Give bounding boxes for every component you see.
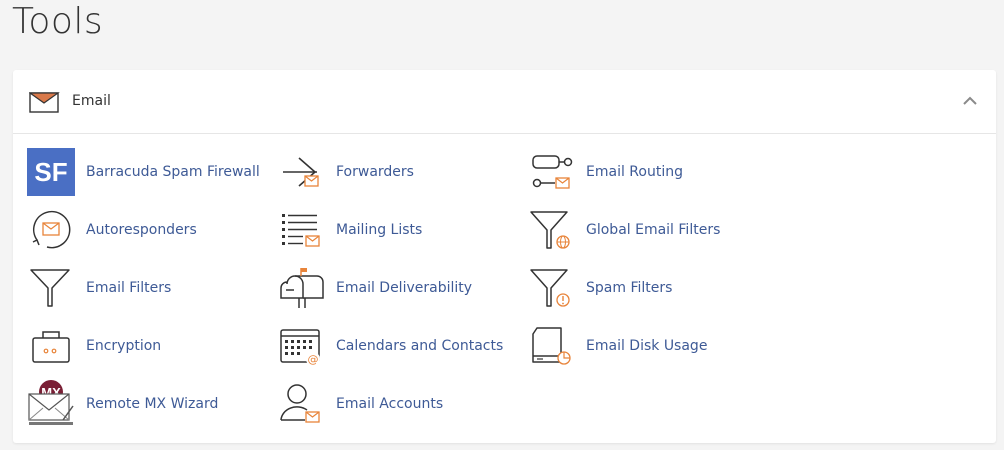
tool-label: Spam Filters (586, 280, 673, 296)
disk-usage-icon (527, 322, 575, 370)
tool-encryption[interactable]: Encryption (27, 321, 267, 371)
tool-email-routing[interactable]: Email Routing (527, 147, 767, 197)
mailbox-icon (277, 264, 325, 312)
sf-badge-text: SF (34, 157, 67, 187)
chevron-up-icon[interactable] (963, 96, 977, 106)
calendar-contacts-icon: @ (277, 322, 325, 370)
tool-global-email-filters[interactable]: Global Email Filters (527, 205, 767, 255)
email-routing-icon (527, 148, 575, 196)
tool-label: Encryption (86, 338, 162, 354)
tool-label: Autoresponders (86, 222, 197, 238)
forwarders-icon (277, 148, 325, 196)
tool-label: Remote MX Wizard (86, 396, 219, 412)
tool-mailing-lists[interactable]: Mailing Lists (277, 205, 517, 255)
email-section-title: Email (72, 93, 111, 109)
autoresponders-icon (27, 206, 75, 254)
tool-email-deliverability[interactable]: Email Deliverability (277, 263, 517, 313)
tool-email-disk-usage[interactable]: Email Disk Usage (527, 321, 767, 371)
spam-filter-icon (527, 264, 575, 312)
page-title: Tools (12, 1, 104, 42)
tool-label: Global Email Filters (586, 222, 721, 238)
tool-label: Email Filters (86, 280, 172, 296)
tool-label: Email Routing (586, 164, 683, 180)
email-accounts-icon (277, 380, 325, 428)
tool-remote-mx-wizard[interactable]: MX Remote MX Wizard (27, 379, 267, 429)
tool-label: Email Disk Usage (586, 338, 708, 354)
tool-label: Barracuda Spam Firewall (86, 164, 260, 180)
svg-text:@: @ (308, 353, 319, 366)
envelope-icon (29, 90, 61, 114)
tool-email-filters[interactable]: Email Filters (27, 263, 267, 313)
tool-spam-filters[interactable]: Spam Filters (527, 263, 767, 313)
email-panel: Email SF Barracuda Spam Firewall Forward… (13, 70, 996, 443)
tool-autoresponders[interactable]: Autoresponders (27, 205, 267, 255)
tool-label: Forwarders (336, 164, 414, 180)
barracuda-sf-icon: SF (27, 148, 75, 196)
tool-label: Mailing Lists (336, 222, 423, 238)
tool-calendars-and-contacts[interactable]: @ Calendars and Contacts (277, 321, 517, 371)
email-section-header[interactable]: Email (13, 70, 996, 134)
mailing-lists-icon (277, 206, 325, 254)
tool-barracuda-spam-firewall[interactable]: SF Barracuda Spam Firewall (27, 147, 267, 197)
tool-forwarders[interactable]: Forwarders (277, 147, 517, 197)
email-filter-icon (27, 264, 75, 312)
tool-email-accounts[interactable]: Email Accounts (277, 379, 517, 429)
tool-label: Email Accounts (336, 396, 444, 412)
remote-mx-icon: MX (27, 380, 75, 428)
tool-label: Email Deliverability (336, 280, 473, 296)
tool-label: Calendars and Contacts (336, 338, 504, 354)
global-filter-icon (527, 206, 575, 254)
encryption-icon (27, 322, 75, 370)
